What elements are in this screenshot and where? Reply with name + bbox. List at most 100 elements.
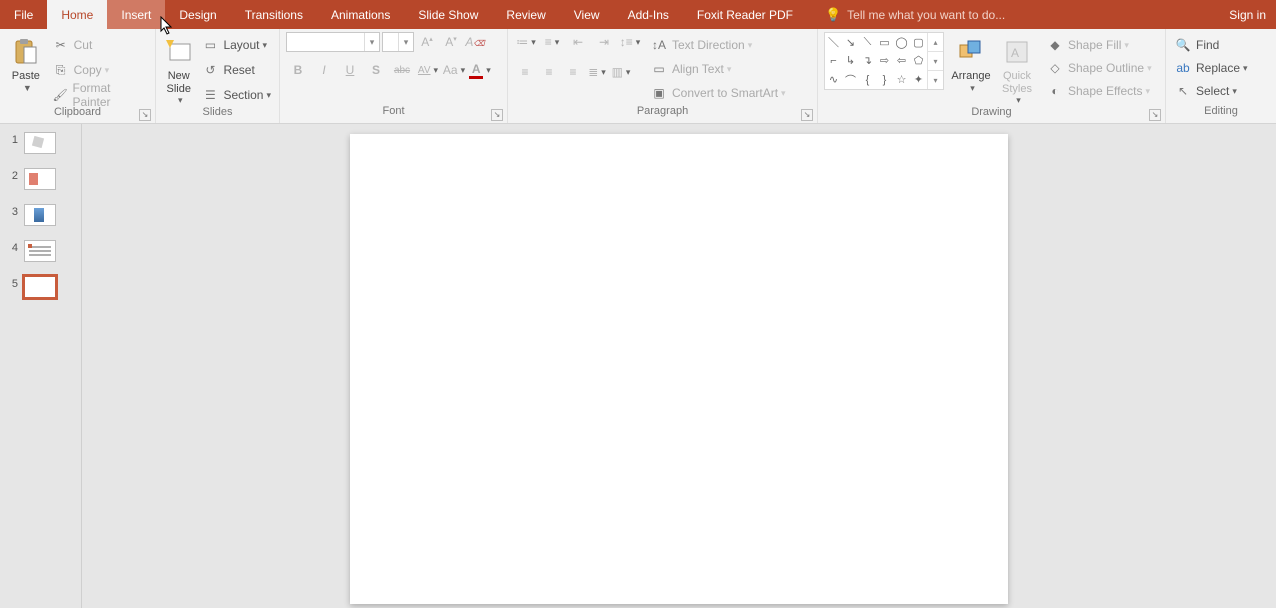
shape-elbow-icon[interactable]: ⌐	[825, 52, 842, 71]
tab-slideshow[interactable]: Slide Show	[404, 0, 492, 29]
font-dialog-launcher[interactable]: ↘	[491, 109, 503, 121]
convert-smartart-button[interactable]: ▣ Convert to SmartArt ▾	[648, 82, 788, 104]
thumbnail-row-5[interactable]: 5	[0, 276, 81, 298]
align-right-button[interactable]: ≡	[562, 62, 584, 82]
shape-brace-right-icon[interactable]: }	[876, 70, 893, 89]
tab-animations[interactable]: Animations	[317, 0, 404, 29]
change-case-button[interactable]: Aa▾	[442, 60, 466, 80]
italic-button[interactable]: I	[312, 60, 336, 80]
reset-button[interactable]: ↺ Reset	[199, 59, 273, 81]
decrease-indent-button[interactable]: ⇤	[566, 32, 590, 52]
underline-button[interactable]: U	[338, 60, 362, 80]
shape-elbow-arrow-icon[interactable]: ↳	[842, 52, 859, 71]
replace-icon: ab	[1174, 61, 1192, 75]
columns-button[interactable]: ▥▾	[610, 62, 632, 82]
tab-addins[interactable]: Add-Ins	[614, 0, 683, 29]
font-name-combo[interactable]: ▾	[286, 32, 380, 52]
shape-arc-icon[interactable]: ⌒	[842, 70, 859, 89]
shape-arrow-icon[interactable]: ↘	[842, 33, 859, 52]
thumbnail-row-1[interactable]: 1	[0, 132, 81, 154]
tab-insert[interactable]: Insert	[107, 0, 165, 29]
copy-button[interactable]: ⎘ Copy ▾	[50, 59, 149, 81]
shape-connector-icon[interactable]: ↴	[859, 52, 876, 71]
shapes-gallery[interactable]: ＼ ↘ ⟍ ▭ ◯ ▢ ⌐ ↳ ↴ ⇨ ⇦ ⬠ ∿ ⌒ { } ☆	[824, 32, 944, 90]
font-color-button[interactable]: A ▾	[468, 60, 492, 80]
shape-star-icon[interactable]: ☆	[893, 70, 910, 89]
slide-canvas[interactable]	[350, 134, 1008, 604]
slide-edit-area[interactable]	[82, 124, 1276, 608]
align-text-button[interactable]: ▭ Align Text ▾	[648, 58, 788, 80]
arrange-button[interactable]: Arrange ▾	[950, 32, 992, 106]
thumbnail-row-4[interactable]: 4	[0, 240, 81, 262]
shape-pentagon-icon[interactable]: ⬠	[910, 52, 927, 71]
shape-line-icon[interactable]: ＼	[825, 33, 842, 52]
increase-indent-button[interactable]: ⇥	[592, 32, 616, 52]
format-painter-button[interactable]: 🖌 Format Painter	[50, 84, 149, 106]
font-name-dropdown-icon[interactable]: ▾	[364, 33, 379, 51]
shape-block-arrow-icon[interactable]: ⇨	[876, 52, 893, 71]
paste-button[interactable]: Paste ▼	[6, 32, 46, 93]
thumbnail-row-3[interactable]: 3	[0, 204, 81, 226]
select-button[interactable]: ↖ Select ▾	[1172, 80, 1250, 102]
bullets-button[interactable]: ≔▾	[514, 32, 538, 52]
thumbnail-row-2[interactable]: 2	[0, 168, 81, 190]
shape-curve-icon[interactable]: ∿	[825, 70, 842, 89]
thumbnail-slide-1[interactable]	[24, 132, 56, 154]
shrink-font-button[interactable]: A▾	[440, 32, 462, 52]
bold-button[interactable]: B	[286, 60, 310, 80]
tab-home[interactable]: Home	[47, 0, 107, 29]
shape-line2-icon[interactable]: ⟍	[859, 33, 876, 52]
shape-rect-icon[interactable]: ▭	[876, 33, 893, 52]
shapes-scroll-down[interactable]: ▾	[928, 52, 943, 71]
shape-oval-icon[interactable]: ◯	[893, 33, 910, 52]
tab-view[interactable]: View	[560, 0, 614, 29]
shape-fill-button[interactable]: ◆ Shape Fill ▾	[1044, 34, 1154, 56]
quick-styles-icon: A	[1001, 36, 1033, 68]
sign-in-link[interactable]: Sign in	[1219, 0, 1276, 29]
strikethrough-button[interactable]: abc	[390, 60, 414, 80]
new-slide-button[interactable]: New Slide ▾	[162, 32, 195, 106]
tab-file[interactable]: File	[0, 0, 47, 29]
drawing-dialog-launcher[interactable]: ↘	[1149, 109, 1161, 121]
section-button[interactable]: ☰ Section ▾	[199, 84, 273, 106]
find-button[interactable]: 🔍 Find	[1172, 34, 1250, 56]
tell-me-search[interactable]: 💡 Tell me what you want to do...	[825, 0, 1005, 29]
align-center-button[interactable]: ≡	[538, 62, 560, 82]
shapes-more[interactable]: ▾	[928, 71, 943, 89]
shape-brace-left-icon[interactable]: {	[859, 70, 876, 89]
line-spacing-button[interactable]: ↕≡▾	[618, 32, 642, 52]
text-direction-button[interactable]: ↕A Text Direction ▾	[648, 34, 788, 56]
thumbnail-slide-5[interactable]	[24, 276, 56, 298]
font-size-combo[interactable]: ▾	[382, 32, 414, 52]
font-size-dropdown-icon[interactable]: ▾	[398, 33, 413, 51]
grow-font-button[interactable]: A▴	[416, 32, 438, 52]
shape-effects-button[interactable]: ◐ Shape Effects ▾	[1044, 80, 1154, 102]
justify-button[interactable]: ≣▾	[586, 62, 608, 82]
decrease-indent-icon: ⇤	[573, 35, 583, 49]
shape-outline-button[interactable]: ◇ Shape Outline ▾	[1044, 57, 1154, 79]
tab-foxit[interactable]: Foxit Reader PDF	[683, 0, 807, 29]
thumbnail-slide-4[interactable]	[24, 240, 56, 262]
text-shadow-button[interactable]: S	[364, 60, 388, 80]
shape-action-icon[interactable]: ✦	[910, 70, 927, 89]
tab-transitions[interactable]: Transitions	[231, 0, 317, 29]
quick-styles-button[interactable]: A Quick Styles ▾	[996, 32, 1038, 106]
layout-button[interactable]: ▭ Layout ▾	[199, 34, 273, 56]
replace-button[interactable]: ab Replace ▾	[1172, 57, 1250, 79]
copy-label: Copy	[74, 63, 102, 77]
shapes-scroll-up[interactable]: ▴	[928, 33, 943, 52]
align-left-button[interactable]: ≡	[514, 62, 536, 82]
tab-design[interactable]: Design	[165, 0, 230, 29]
shape-roundrect-icon[interactable]: ▢	[910, 33, 927, 52]
thumbnail-slide-3[interactable]	[24, 204, 56, 226]
clear-formatting-button[interactable]: A⌫	[464, 32, 486, 52]
char-spacing-button[interactable]: AV▾	[416, 60, 440, 80]
tab-review[interactable]: Review	[492, 0, 559, 29]
cut-button[interactable]: ✂ Cut	[50, 34, 149, 56]
paragraph-dialog-launcher[interactable]: ↘	[801, 109, 813, 121]
thumbnail-slide-2[interactable]	[24, 168, 56, 190]
shape-block-arrow2-icon[interactable]: ⇦	[893, 52, 910, 71]
slide-thumbnail-pane[interactable]: 1 2 3 4 5	[0, 124, 82, 608]
numbering-button[interactable]: ≡▾	[540, 32, 564, 52]
clipboard-dialog-launcher[interactable]: ↘	[139, 109, 151, 121]
